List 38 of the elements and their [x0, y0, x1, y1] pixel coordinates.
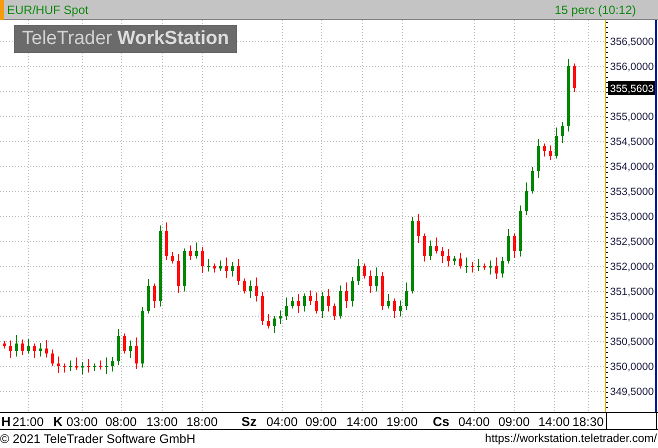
price-label: 353,5000: [610, 186, 654, 198]
time-label: 03:00: [66, 415, 98, 429]
day-label: Cs: [432, 414, 450, 429]
price-label: 356,0000: [610, 61, 654, 73]
website-link[interactable]: https://workstation.teletrader.com/: [485, 433, 657, 445]
day-label: K: [53, 414, 63, 429]
day-label: H: [1, 414, 11, 429]
time-label: 13:00: [146, 415, 178, 429]
time-label: 18:00: [186, 415, 218, 429]
copyright-text: © 2021 TeleTrader Software GmbH: [0, 432, 196, 446]
time-label: 04:00: [458, 415, 490, 429]
time-label: 21:00: [12, 415, 44, 429]
price-label: 349,5000: [610, 386, 654, 398]
logo-badge: TeleTrader WorkStation: [14, 25, 237, 53]
time-label: 14:00: [538, 415, 570, 429]
time-label: 04:00: [266, 415, 298, 429]
price-label: 354,0000: [610, 161, 654, 173]
price-label: 352,0000: [610, 261, 654, 273]
interval-label: 15 perc (10:12): [554, 2, 636, 16]
price-label: 356,5000: [610, 36, 654, 48]
time-label: 08:00: [105, 415, 137, 429]
price-label: 350,0000: [610, 361, 654, 373]
time-label: 14:00: [346, 415, 378, 429]
price-label: 352,5000: [610, 236, 654, 248]
time-label: 18:30: [572, 415, 604, 429]
tab-marker: [0, 0, 4, 20]
last-price-badge: 355,5603: [608, 81, 655, 95]
price-label: 354,5000: [610, 136, 654, 148]
time-label: 09:00: [305, 415, 337, 429]
time-label: 09:00: [498, 415, 530, 429]
price-label: 351,5000: [610, 286, 654, 298]
price-label: 355,0000: [610, 111, 654, 123]
price-label: 350,5000: [610, 336, 654, 348]
time-label: 19:00: [386, 415, 418, 429]
day-label: Sz: [241, 414, 257, 429]
price-label: 353,0000: [610, 211, 654, 223]
instrument-title: EUR/HUF Spot: [7, 2, 90, 16]
price-label: 351,0000: [610, 311, 654, 323]
